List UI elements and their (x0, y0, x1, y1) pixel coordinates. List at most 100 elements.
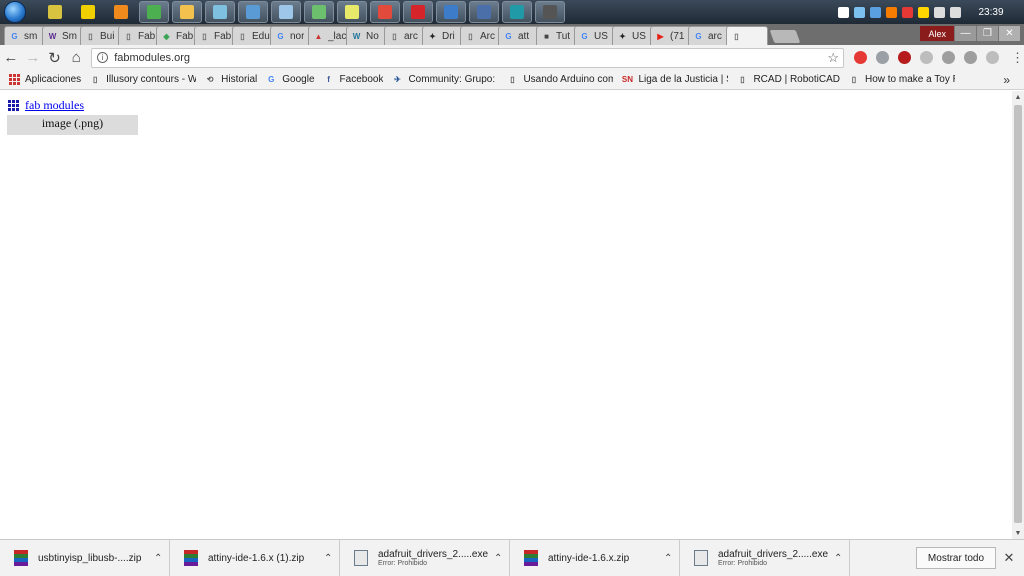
browser-tab[interactable]: ▯ (726, 26, 768, 45)
chevron-up-icon[interactable]: ⌃ (324, 553, 332, 564)
tray-volume-icon[interactable] (950, 6, 961, 18)
download-status: Error: Prohibido (378, 560, 428, 567)
browser-tab[interactable]: ▯ Edu (232, 26, 274, 45)
browser-tab[interactable]: ▯ arc (384, 26, 426, 45)
browser-tab[interactable]: ▯ Fab (118, 26, 160, 45)
scroll-up-icon[interactable]: ▲ (1012, 91, 1024, 103)
taskbar-app[interactable] (502, 1, 532, 23)
browser-tab[interactable]: ✦ US (612, 26, 654, 45)
bookmark-item[interactable]: f Facebook (323, 74, 383, 86)
show-all-downloads-button[interactable]: Mostrar todo (916, 547, 996, 569)
taskbar-app[interactable] (535, 1, 565, 23)
start-button[interactable] (0, 0, 30, 24)
back-button[interactable]: ← (0, 47, 22, 69)
ext-invader-icon[interactable] (898, 51, 912, 64)
image-png-button[interactable]: image (.png) (7, 115, 138, 135)
bookmark-item[interactable]: ▯ How to make a Toy R (848, 74, 955, 86)
bookmark-star-icon[interactable]: ☆ (827, 50, 839, 66)
url-text[interactable]: fabmodules.org (114, 52, 190, 64)
taskbar-app[interactable] (172, 1, 202, 23)
bookmarks-overflow-button[interactable]: » (1003, 73, 1010, 87)
tab-title: arc (708, 30, 722, 42)
browser-tab[interactable]: Gnor (270, 26, 312, 45)
ext-grey-2-icon[interactable] (986, 51, 1000, 64)
bookmark-item[interactable]: ⟲ Historial (204, 74, 257, 86)
taskbar-app[interactable] (205, 1, 235, 23)
address-bar[interactable]: i fabmodules.org ☆ (91, 47, 845, 68)
taskbar-app[interactable] (106, 1, 136, 23)
ext-skype-icon[interactable] (964, 51, 978, 64)
taskbar-clock[interactable]: 23:39 (966, 7, 1016, 18)
bookmark-item[interactable]: ▯ RCAD | RobotiCAD (736, 74, 840, 86)
chevron-up-icon[interactable]: ⌃ (834, 553, 842, 564)
ext-camera-icon[interactable] (942, 51, 956, 64)
taskbar-app[interactable] (436, 1, 466, 23)
home-button[interactable]: ⌂ (65, 47, 87, 69)
fab-modules-link[interactable]: fab modules (8, 98, 84, 113)
bookmark-label: RCAD | RobotiCAD (753, 74, 840, 85)
browser-tab[interactable]: ▯ Fab (194, 26, 236, 45)
forward-button[interactable]: → (22, 47, 44, 69)
taskbar-app[interactable] (469, 1, 499, 23)
tray-mega-icon[interactable] (902, 6, 913, 18)
download-item[interactable]: attiny-ide-1.6.x (1).zip ⌃ (170, 539, 340, 576)
browser-tab[interactable]: G US (574, 26, 616, 45)
chevron-up-icon[interactable]: ⌃ (154, 553, 162, 564)
bookmark-item[interactable]: ✈ Community: Grupo: L (391, 74, 498, 86)
ext-satellite-icon[interactable] (876, 51, 890, 64)
scroll-down-icon[interactable]: ▼ (1012, 527, 1024, 539)
browser-tab[interactable]: W No (346, 26, 388, 45)
fab-modules-link-text[interactable]: fab modules (25, 98, 84, 113)
browser-tab[interactable]: Gsm (4, 26, 46, 45)
reload-button[interactable]: ↻ (44, 47, 66, 69)
close-window-button[interactable]: ✕ (998, 26, 1020, 41)
maximize-button[interactable]: ❐ (976, 26, 998, 41)
bookmark-item[interactable]: ▯ Illusory contours - W (89, 74, 196, 86)
taskbar-app[interactable] (403, 1, 433, 23)
chevron-up-icon[interactable]: ⌃ (494, 553, 502, 564)
chevron-up-icon[interactable]: ⌃ (664, 553, 672, 564)
browser-tab[interactable]: W Sm (42, 26, 84, 45)
browser-tab[interactable]: ▯ Arc (460, 26, 502, 45)
profile-button[interactable]: Alex (920, 26, 954, 41)
tray-cloud-icon[interactable] (854, 6, 865, 18)
download-item[interactable]: adafruit_drivers_2.....exe Error: Prohibi… (340, 539, 510, 576)
download-item[interactable]: usbtinyisp_libusb-....zip ⌃ (0, 539, 170, 576)
download-item[interactable]: attiny-ide-1.6.x.zip ⌃ (510, 539, 680, 576)
bookmark-item[interactable]: SN Liga de la Justicia | Sc (621, 74, 729, 86)
tray-badge-icon[interactable] (918, 6, 929, 18)
browser-tab[interactable]: ◆ Fab (156, 26, 198, 45)
browser-tab[interactable]: Garc (688, 26, 730, 45)
browser-tab[interactable]: ▲ _lac (308, 26, 350, 45)
ext-grey-1-icon[interactable] (920, 51, 934, 64)
taskbar-app[interactable] (304, 1, 334, 23)
taskbar-app[interactable] (271, 1, 301, 23)
tray-arrow-icon[interactable] (838, 6, 849, 18)
taskbar-app[interactable] (40, 1, 70, 23)
vertical-scrollbar[interactable]: ▲ ▼ (1012, 91, 1024, 539)
browser-tab[interactable]: ▶ (71 (650, 26, 692, 45)
tray-avast-icon[interactable] (886, 6, 897, 18)
bookmark-item[interactable]: G Google (265, 74, 314, 86)
taskbar-app[interactable] (238, 1, 268, 23)
chrome-menu-icon[interactable]: ⋮ (1011, 51, 1024, 64)
tray-network-icon[interactable] (934, 6, 945, 18)
browser-tab[interactable]: ✦ Dri (422, 26, 464, 45)
minimize-button[interactable]: — (954, 26, 976, 41)
browser-tab[interactable]: Gatt (498, 26, 540, 45)
tray-dropbox-icon[interactable] (870, 6, 881, 18)
close-download-shelf-button[interactable]: ✕ (996, 550, 1022, 566)
taskbar-app[interactable] (139, 1, 169, 23)
browser-tab[interactable]: ■ Tut (536, 26, 578, 45)
bookmark-item[interactable]: ▯ Usando Arduino com (506, 74, 613, 86)
taskbar-app[interactable] (337, 1, 367, 23)
download-item[interactable]: adafruit_drivers_2.....exe Error: Prohibi… (680, 539, 850, 576)
browser-tab[interactable]: ▯ Bui (80, 26, 122, 45)
scroll-thumb[interactable] (1014, 105, 1022, 523)
taskbar-app[interactable] (73, 1, 103, 23)
ext-red-icon[interactable] (854, 51, 868, 64)
bookmark-apps[interactable]: Aplicaciones (8, 74, 81, 86)
taskbar-app[interactable] (370, 1, 400, 23)
site-info-icon[interactable]: i (97, 52, 109, 63)
new-tab-button[interactable] (769, 30, 801, 43)
